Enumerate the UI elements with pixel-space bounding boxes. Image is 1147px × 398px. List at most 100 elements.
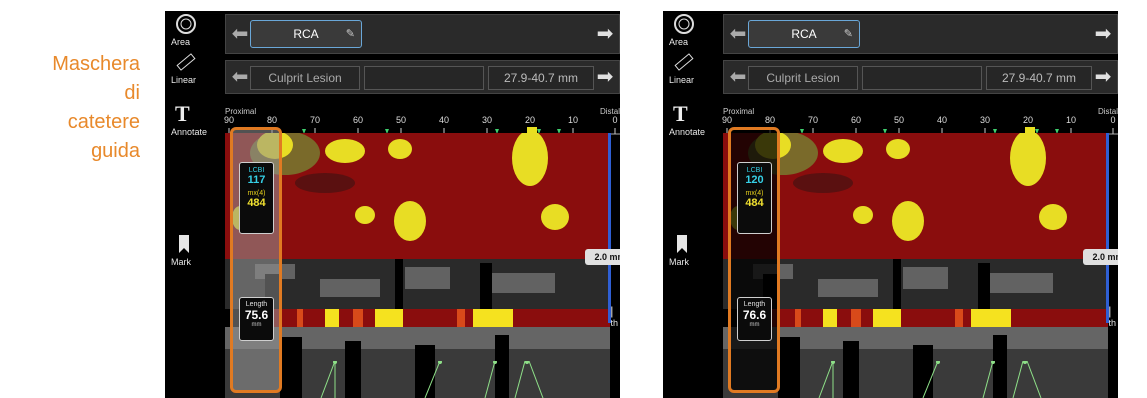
scale-tick: 10 [567, 115, 579, 125]
depth-badge[interactable]: 2.0 mm [585, 249, 620, 265]
scale-tick: 60 [850, 115, 862, 125]
tool-linear-label: Linear [171, 75, 197, 85]
length-label: Length [743, 301, 766, 308]
mark-bookmark-icon [179, 235, 189, 253]
arrow-left-icon[interactable]: ⬅ [726, 61, 750, 93]
distance-scale: Proximal Distal 90 80 70 60 50 40 30 20 … [721, 107, 1118, 135]
length-label: Length [245, 301, 268, 308]
lesion-range-field[interactable]: 27.9-40.7 mm [488, 66, 594, 90]
linear-ruler-icon [674, 53, 694, 71]
max-lcbi-value: 484 [247, 197, 266, 209]
arrow-right-icon[interactable]: ➡ [593, 15, 617, 53]
scale-tick: 0 [1110, 115, 1116, 125]
depth-badge[interactable]: 2.0 mm [1083, 249, 1118, 265]
tool-area-label: Area [669, 37, 689, 47]
max-lcbi-label: mx(4) [247, 190, 266, 197]
length-unit: mm [251, 322, 262, 328]
ivus-panel-right: Area Linear T Annotate Mark |↔| Length ⬅… [663, 11, 1118, 398]
annotate-icon: T [673, 101, 688, 126]
area-icon [674, 14, 694, 34]
lumen-image [225, 259, 610, 309]
tool-area[interactable]: Area [663, 13, 723, 47]
chemogram-image [723, 309, 1108, 327]
lesion-name-field[interactable]: Culprit Lesion [748, 66, 858, 90]
scale-tick: 50 [893, 115, 905, 125]
lipid-heatmap [723, 133, 1108, 259]
annotation-line-1: Maschera di [52, 53, 140, 104]
tool-linear[interactable]: Linear [663, 51, 723, 85]
chemogram-image [225, 309, 610, 327]
lesion-blank-field[interactable] [364, 66, 484, 90]
max-lcbi-value: 484 [745, 197, 764, 209]
scale-tick: 30 [481, 115, 493, 125]
length-box: Length 76.6 mm [737, 297, 772, 341]
tool-linear-label: Linear [669, 75, 695, 85]
lesion-row: ⬅ Culprit Lesion 27.9-40.7 mm ➡ [723, 60, 1118, 94]
tool-area[interactable]: Area [165, 13, 225, 47]
lesion-blank-field[interactable] [862, 66, 982, 90]
tool-annotate-label: Annotate [171, 127, 208, 137]
lcbi-label: LCBI [746, 167, 763, 174]
arrow-right-icon[interactable]: ➡ [593, 61, 617, 93]
annotation-line-3: guida [91, 140, 140, 162]
scale-tick: 20 [524, 115, 536, 125]
marker-lines-image [818, 360, 1042, 398]
lcbi-label: LCBI [248, 167, 265, 174]
ivus-panel-left: Area Linear T Annotate Mark |↔| Length ⬅… [165, 11, 620, 398]
tool-annotate[interactable]: T Annotate [165, 101, 225, 137]
max-lcbi-label: mx(4) [745, 190, 764, 197]
scale-tick: 80 [266, 115, 278, 125]
lcbi-box: LCBI 120 mx(4) 484 [737, 162, 772, 234]
scale-tick: 10 [1065, 115, 1077, 125]
vessel-selector[interactable]: RCA ✎ [250, 20, 362, 48]
guide-catheter-mask[interactable]: LCBI 120 mx(4) 484 Length 76.6 mm [728, 127, 780, 393]
chemogram-strip [225, 309, 610, 327]
tool-mark[interactable]: Mark [165, 233, 225, 267]
mark-bookmark-icon [677, 235, 687, 253]
scale-tick: 70 [807, 115, 819, 125]
chemogram-strip [723, 309, 1108, 327]
scale-tick: 0 [612, 115, 618, 125]
position-indicator-line[interactable] [608, 133, 611, 323]
tool-area-label: Area [171, 37, 191, 47]
annotate-icon: T [175, 101, 190, 126]
lumen-longitudinal-view [723, 259, 1108, 309]
scale-tick: 70 [309, 115, 321, 125]
lcbi-value: 120 [745, 174, 764, 186]
lesion-name-field[interactable]: Culprit Lesion [250, 66, 360, 90]
annotation-line-2: catetere [67, 111, 140, 133]
lipid-heatmap-image [232, 133, 569, 241]
arrow-left-icon[interactable]: ⬅ [726, 15, 750, 53]
lumen-longitudinal-view [225, 259, 610, 309]
marker-lines-image [320, 360, 544, 398]
edit-pencil-icon[interactable]: ✎ [346, 21, 355, 47]
scale-tick: 60 [352, 115, 364, 125]
vessel-name: RCA [791, 27, 817, 41]
position-indicator-line[interactable] [1106, 133, 1109, 323]
vessel-row: ⬅ RCA ✎ ➡ [225, 14, 620, 54]
edit-pencil-icon[interactable]: ✎ [844, 21, 853, 47]
area-icon [176, 14, 196, 34]
tool-mark-label: Mark [669, 257, 689, 267]
arrow-left-icon[interactable]: ⬅ [228, 15, 252, 53]
length-value: 75.6 [244, 308, 269, 322]
arrow-left-icon[interactable]: ⬅ [228, 61, 252, 93]
scale-tick: 90 [721, 115, 733, 125]
vessel-selector[interactable]: RCA ✎ [748, 20, 860, 48]
marker-lines [723, 360, 1108, 398]
scale-tick: 40 [438, 115, 450, 125]
tool-mark[interactable]: Mark [663, 233, 723, 267]
lesion-range-field[interactable]: 27.9-40.7 mm [986, 66, 1092, 90]
arrow-right-icon[interactable]: ➡ [1091, 15, 1115, 53]
tool-annotate-label: Annotate [669, 127, 706, 137]
lipid-heatmap [225, 133, 610, 259]
tool-annotate[interactable]: T Annotate [663, 101, 723, 137]
tool-linear[interactable]: Linear [165, 51, 225, 85]
annotation-label: Maschera di catetere guida [40, 50, 140, 166]
scale-tick: 20 [1022, 115, 1034, 125]
tool-mark-label: Mark [171, 257, 191, 267]
lcbi-value: 117 [247, 174, 266, 186]
scale-tick: 50 [395, 115, 407, 125]
arrow-right-icon[interactable]: ➡ [1091, 61, 1115, 93]
guide-catheter-mask[interactable]: LCBI 117 mx(4) 484 Length 75.6 mm [230, 127, 282, 393]
